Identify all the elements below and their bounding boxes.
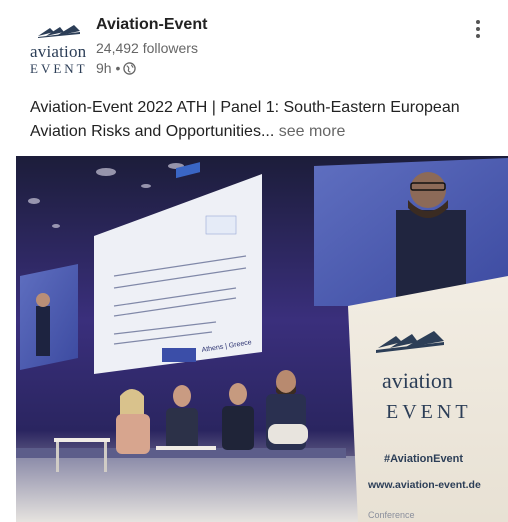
post-image[interactable]: Athens | Greece aviation EVENT #Aviation… xyxy=(16,156,508,522)
banner-event-text: EVENT xyxy=(386,401,472,423)
airplane-logo-icon xyxy=(38,25,80,38)
banner-hashtag-text: #AviationEvent xyxy=(384,453,463,465)
banner-aviation-text: aviation xyxy=(382,368,453,393)
post-time: 9h • xyxy=(96,60,121,76)
post-text: Aviation-Event 2022 ATH | Panel 1: South… xyxy=(30,96,490,144)
dot-icon xyxy=(476,20,480,24)
post-text-ellipsis: ... xyxy=(260,123,275,140)
author-name[interactable]: Aviation-Event xyxy=(96,16,207,34)
aviation-event-banner: aviation EVENT #AviationEvent www.aviati… xyxy=(348,276,508,522)
logo-text-aviation: aviation xyxy=(30,42,87,61)
globe-icon xyxy=(123,61,137,75)
banner-footer-text: Conference xyxy=(368,510,415,520)
see-more-link[interactable]: see more xyxy=(274,123,346,140)
left-screen xyxy=(20,264,78,370)
post-meta: 9h • xyxy=(96,60,137,76)
logo-text-event: EVENT xyxy=(30,61,88,76)
dot-icon xyxy=(476,34,480,38)
follower-count: 24,492 followers xyxy=(96,40,198,56)
linkedin-post: aviation EVENT Aviation-Event 24,492 fol… xyxy=(0,0,508,522)
dot-icon xyxy=(476,27,480,31)
banner-url-text: www.aviation-event.de xyxy=(367,479,481,491)
more-options-button[interactable] xyxy=(468,18,488,40)
post-text-line2: Aviation Risks and Opportunities xyxy=(30,123,261,140)
company-logo[interactable]: aviation EVENT xyxy=(30,20,86,80)
post-text-line1: Aviation-Event 2022 ATH | Panel 1: South… xyxy=(30,99,460,116)
